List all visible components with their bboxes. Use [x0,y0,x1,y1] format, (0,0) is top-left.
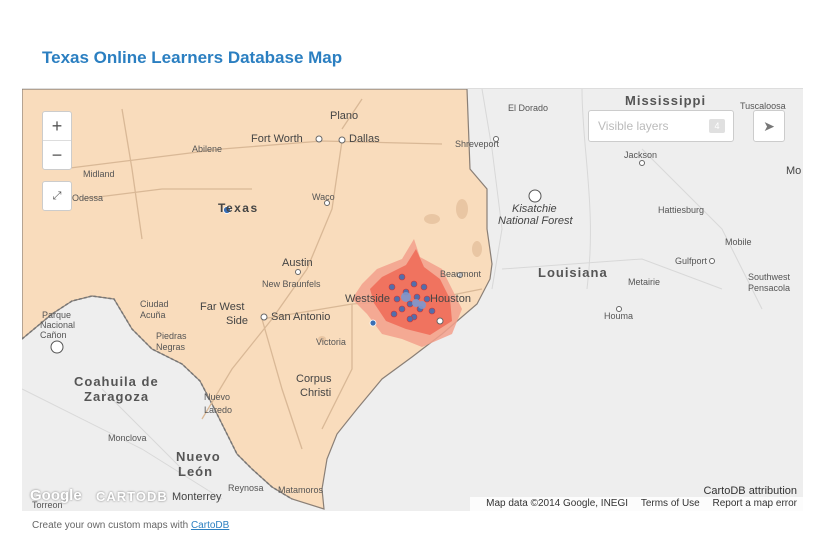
city-label: Odessa [72,193,104,203]
zoom-out-button[interactable]: − [43,140,71,169]
city-label: Nuevo [204,392,231,402]
fullscreen-button[interactable]: ⤢ [42,181,72,211]
city-label: Hattiesburg [658,205,705,215]
city-label: San Antonio [271,311,331,323]
city-label: Houma [604,311,634,321]
forest-label: National Forest [498,215,573,227]
cartodb-attribution-button[interactable]: CartoDB attribution [703,485,797,497]
terms-link[interactable]: Terms of Use [641,498,700,509]
google-logo: Google [30,487,82,504]
city-label: Waco [312,192,335,202]
park-label: Parque [42,310,72,320]
cartodb-logo: CARTODB [96,489,168,504]
park-label: Nacional [40,320,76,330]
region-label: Nuevo [176,449,221,464]
city-label: Far West [200,301,245,313]
map-data-text: Map data ©2014 Google, INEGI [486,498,629,509]
city-label: Matamoros [278,485,324,495]
city-label: Ciudad [140,299,169,309]
footer-credit: Create your own custom maps with CartoDB [32,520,229,531]
city-label: Corpus [296,373,332,385]
city-label: Victoria [316,337,346,347]
city-label: El Dorado [508,103,549,113]
map-footer: Map data ©2014 Google, INEGI Terms of Us… [470,497,803,511]
region-label: Louisiana [538,265,608,280]
forest-label: Kisatchie [512,203,557,215]
city-label: Piedras [156,331,187,341]
city-label: Laredo [204,405,233,415]
expand-icon: ⤢ [52,190,62,202]
city-label: Side [226,315,249,327]
layer-count-badge: 4 [709,119,725,133]
zoom-in-button[interactable]: + [43,112,71,140]
region-label: León [178,464,214,479]
city-label: Mo [786,165,802,177]
city-label: Metairie [628,277,661,287]
share-button[interactable]: ➤ [753,110,785,142]
region-label: Mississippi [625,93,707,108]
city-label: Gulfport [675,256,708,266]
region-label: Zaragoza [84,389,150,404]
visible-layers-selector[interactable]: Visible layers 4 [588,110,734,142]
city-label: Negras [156,342,186,352]
park-label: Cañon [40,330,67,340]
data-point [369,319,377,327]
city-label: Southwest [748,272,791,282]
city-label: Plano [330,110,359,122]
city-label: Austin [282,257,313,269]
city-label: Mobile [725,237,752,247]
state-label: Texas [218,201,259,215]
city-label: Reynosa [228,483,264,493]
city-label: Shreveport [455,139,500,149]
map-canvas[interactable]: Mississippi Louisiana Coahuila de Zarago… [22,88,803,511]
city-label: Beaumont [440,269,482,279]
city-label: Abilene [192,144,223,154]
visible-layers-label: Visible layers [598,119,669,133]
city-label: Dallas [349,133,380,145]
city-label: Acuña [140,310,166,320]
city-label: Midland [83,169,115,179]
footer-text: Create your own custom maps with [32,520,189,531]
city-label: Monclova [108,433,147,443]
city-label: Houston [430,293,471,305]
city-label: Monterrey [172,491,222,503]
page-title: Texas Online Learners Database Map [42,48,343,67]
zoom-control: + − [42,111,72,170]
cartodb-link[interactable]: CartoDB [191,520,229,531]
city-label: Westside [345,293,391,305]
report-error-link[interactable]: Report a map error [713,498,797,509]
city-label: Jackson [624,150,658,160]
city-label: New Braunfels [262,279,321,289]
city-label: Christi [300,387,332,399]
send-icon: ➤ [763,118,775,134]
city-label: Pensacola [748,283,791,293]
region-label: Coahuila de [74,374,159,389]
city-label: Fort Worth [251,133,303,145]
